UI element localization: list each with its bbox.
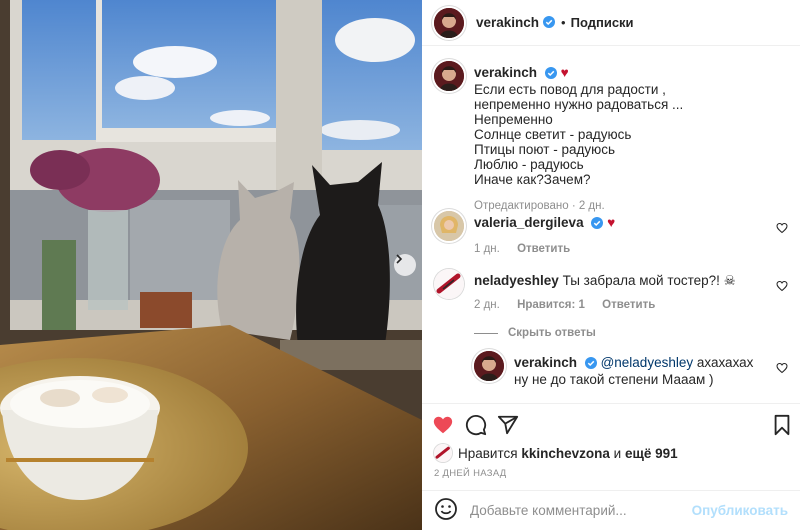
reply-mention[interactable]: @neladyeshley bbox=[601, 355, 694, 370]
commenter-avatar[interactable] bbox=[434, 269, 464, 299]
heart-emoji: ♥ bbox=[607, 215, 616, 230]
reply-button[interactable]: Ответить bbox=[517, 243, 570, 255]
comment-like-icon[interactable] bbox=[776, 361, 788, 377]
caption-line: Если есть повод для радости , bbox=[474, 82, 666, 97]
chevron-right-icon bbox=[396, 254, 403, 264]
replies-line bbox=[474, 332, 498, 334]
caption-line: Непременно bbox=[474, 112, 553, 127]
comment-composer: Опубликовать bbox=[422, 490, 800, 530]
verified-icon bbox=[544, 67, 557, 82]
bookmark-icon bbox=[774, 414, 790, 436]
reply-username[interactable]: verakinch bbox=[514, 355, 577, 370]
comment-username[interactable]: neladyeshley bbox=[474, 273, 559, 288]
heart-icon bbox=[433, 416, 453, 434]
post-actions bbox=[422, 403, 800, 441]
caption-username[interactable]: verakinch bbox=[474, 65, 537, 80]
comment-time: 2 дн. bbox=[474, 299, 500, 311]
likes-others[interactable]: ещё 991 bbox=[625, 446, 678, 461]
comment-username[interactable]: valeria_dergileva bbox=[474, 215, 584, 230]
reply-avatar[interactable] bbox=[474, 351, 504, 381]
heart-emoji: ♥ bbox=[560, 65, 569, 80]
verified-icon bbox=[543, 15, 556, 31]
comment-button[interactable] bbox=[465, 414, 487, 439]
likes-prefix: Нравится bbox=[458, 445, 518, 461]
reply-body: verakinch @neladyeshley ахахахах ну не д… bbox=[514, 355, 768, 387]
liker-username[interactable]: kkinchevzona bbox=[521, 446, 610, 461]
share-icon bbox=[497, 415, 519, 435]
author-username[interactable]: verakinch bbox=[476, 15, 539, 30]
post-side-panel: verakinch • Подписки verakinch ♥ Если ес… bbox=[422, 0, 800, 530]
caption-meta: Отредактировано · 2 дн. bbox=[474, 199, 768, 214]
caption-avatar[interactable] bbox=[434, 61, 464, 91]
hide-replies-label: Скрыть ответы bbox=[508, 327, 596, 339]
author-avatar[interactable] bbox=[434, 7, 464, 38]
comment-body: neladyeshley Ты забрала мой тостер?! ☠ 2… bbox=[474, 273, 768, 313]
comment-body: valeria_dergileva ♥ 1 дн. Ответить bbox=[474, 215, 768, 257]
emoji-picker-button[interactable] bbox=[434, 497, 458, 524]
comment-meta: 1 дн. Ответить bbox=[474, 242, 768, 257]
comment-like-icon[interactable] bbox=[776, 221, 788, 237]
likes-and: и bbox=[613, 445, 622, 461]
publish-button[interactable]: Опубликовать bbox=[692, 503, 788, 518]
post-header: verakinch • Подписки bbox=[422, 0, 800, 46]
like-button[interactable] bbox=[432, 414, 454, 439]
comment-input[interactable] bbox=[470, 503, 692, 518]
separator-dot: • bbox=[561, 15, 566, 30]
verified-icon bbox=[584, 357, 597, 372]
comment-time: 1 дн. bbox=[474, 243, 500, 255]
share-button[interactable] bbox=[497, 414, 519, 439]
reply-button[interactable]: Ответить bbox=[602, 299, 655, 311]
save-button[interactable] bbox=[772, 414, 792, 439]
comment-like-icon[interactable] bbox=[776, 279, 788, 295]
comments-list[interactable]: verakinch ♥ Если есть повод для радости … bbox=[422, 47, 800, 403]
caption-line: Иначе как?Зачем? bbox=[474, 172, 591, 187]
post-date: 2 ДНЕЙ НАЗАД bbox=[434, 468, 507, 479]
comment-likes-count[interactable]: Нравится: 1 bbox=[517, 299, 585, 311]
comment-text: Ты забрала мой тостер?! ☠ bbox=[562, 273, 736, 288]
comment-meta: 2 дн. Нравится: 1 Ответить bbox=[474, 298, 768, 313]
caption-line: Птицы поют - радуюсь bbox=[474, 142, 615, 157]
caption-line: Люблю - радуюсь bbox=[474, 157, 584, 172]
commenter-avatar[interactable] bbox=[434, 211, 464, 241]
comment-icon bbox=[465, 414, 487, 436]
smile-icon bbox=[435, 498, 457, 520]
following-button[interactable]: Подписки bbox=[571, 15, 634, 30]
hide-replies-button[interactable]: Скрыть ответы bbox=[474, 327, 596, 339]
verified-icon bbox=[591, 217, 604, 232]
caption-edited-time: Отредактировано · 2 дн. bbox=[474, 200, 605, 212]
liker-avatar[interactable] bbox=[434, 444, 452, 462]
caption-line: непременно нужно радоваться ... bbox=[474, 97, 684, 112]
caption-body: verakinch ♥ Если есть повод для радости … bbox=[474, 65, 768, 214]
caption-line: Солнце светит - радуюсь bbox=[474, 127, 632, 142]
likes-summary: Нравится kkinchevzona и ещё 991 bbox=[434, 444, 678, 462]
next-photo-button[interactable] bbox=[394, 254, 416, 276]
post-photo bbox=[0, 0, 422, 530]
